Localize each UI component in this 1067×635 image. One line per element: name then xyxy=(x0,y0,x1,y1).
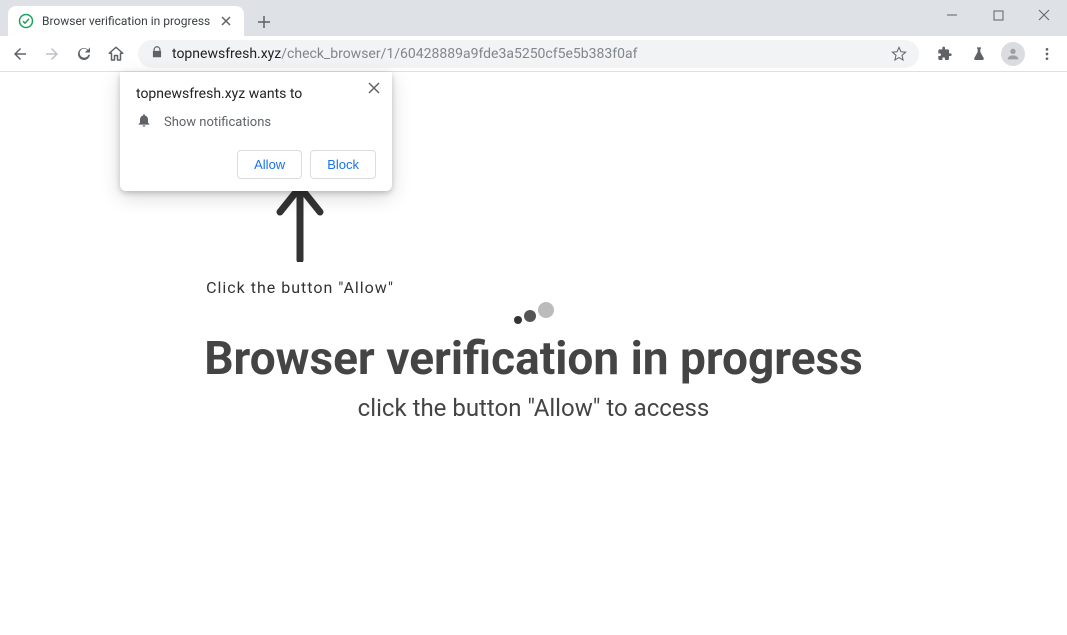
popup-permission-row: Show notifications xyxy=(136,112,376,132)
home-button[interactable] xyxy=(102,40,130,68)
menu-icon[interactable] xyxy=(1033,40,1061,68)
window-title-bar: Browser verification in progress xyxy=(0,0,1067,36)
popup-actions: Allow Block xyxy=(136,150,376,179)
page-content: topnewsfresh.xyz wants to Show notificat… xyxy=(0,72,1067,635)
reload-button[interactable] xyxy=(70,40,98,68)
extensions-icon[interactable] xyxy=(931,40,959,68)
back-button[interactable] xyxy=(6,40,34,68)
hint-area: Click the button "Allow" xyxy=(180,182,420,297)
popup-permission-label: Show notifications xyxy=(164,115,271,130)
lock-icon xyxy=(150,45,164,63)
tab-favicon-icon xyxy=(18,13,34,29)
arrow-up-icon xyxy=(275,182,325,262)
notification-permission-popup: topnewsfresh.xyz wants to Show notificat… xyxy=(120,72,392,191)
toolbar-right-icons xyxy=(931,40,1061,68)
allow-button[interactable]: Allow xyxy=(237,150,302,179)
window-close-button[interactable] xyxy=(1021,0,1067,30)
profile-avatar[interactable] xyxy=(999,40,1027,68)
url-text: topnewsfresh.xyz/check_browser/1/6042888… xyxy=(172,46,883,62)
window-controls xyxy=(929,0,1067,30)
bookmark-star-icon[interactable] xyxy=(891,46,907,62)
url-path: /check_browser/1/60428889a9fde3a5250cf5e… xyxy=(281,46,637,62)
tab-title: Browser verification in progress xyxy=(42,14,210,28)
tab-strip: Browser verification in progress xyxy=(0,0,278,36)
labs-icon[interactable] xyxy=(965,40,993,68)
loading-spinner-icon xyxy=(514,302,554,324)
block-button[interactable]: Block xyxy=(310,150,376,179)
url-host: topnewsfresh.xyz xyxy=(172,46,281,62)
page-heading: Browser verification in progress xyxy=(0,332,1067,386)
hint-text: Click the button "Allow" xyxy=(180,278,420,297)
browser-toolbar: topnewsfresh.xyz/check_browser/1/6042888… xyxy=(0,36,1067,72)
window-maximize-button[interactable] xyxy=(975,0,1021,30)
new-tab-button[interactable] xyxy=(250,8,278,36)
window-minimize-button[interactable] xyxy=(929,0,975,30)
forward-button[interactable] xyxy=(38,40,66,68)
popup-close-icon[interactable] xyxy=(364,78,384,98)
bell-icon xyxy=(136,112,152,132)
browser-tab[interactable]: Browser verification in progress xyxy=(8,6,244,36)
tab-close-icon[interactable] xyxy=(218,13,234,29)
page-subheading: click the button "Allow" to access xyxy=(0,394,1067,422)
address-bar[interactable]: topnewsfresh.xyz/check_browser/1/6042888… xyxy=(138,40,919,68)
popup-title: topnewsfresh.xyz wants to xyxy=(136,86,376,102)
